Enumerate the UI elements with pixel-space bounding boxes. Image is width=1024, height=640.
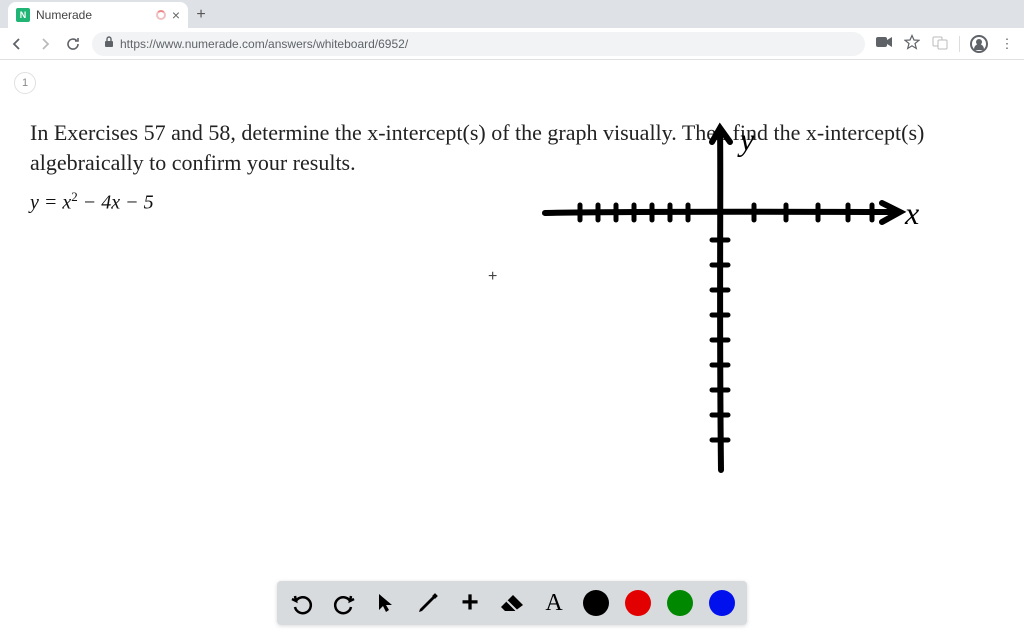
kebab-menu-button[interactable]: ⋮: [998, 36, 1016, 52]
text-tool-button[interactable]: A: [541, 590, 567, 616]
url-text: https://www.numerade.com/answers/whitebo…: [120, 37, 408, 51]
color-blue-button[interactable]: [709, 590, 735, 616]
loading-spinner-icon: [156, 10, 166, 20]
pencil-tool-button[interactable]: [415, 590, 441, 616]
equation-rhs: − 4x − 5: [78, 192, 154, 214]
equation-lhs: y = x: [30, 192, 71, 214]
forward-button[interactable]: [36, 35, 54, 53]
translate-icon[interactable]: [931, 34, 949, 53]
close-tab-button[interactable]: ×: [172, 7, 180, 23]
url-field[interactable]: https://www.numerade.com/answers/whitebo…: [92, 32, 865, 56]
star-icon[interactable]: [903, 34, 921, 53]
favicon-icon: N: [16, 8, 30, 22]
add-tool-button[interactable]: +: [457, 590, 483, 616]
separator: [959, 36, 960, 52]
pointer-tool-button[interactable]: [373, 590, 399, 616]
cursor-plus-icon: +: [488, 268, 497, 286]
browser-tab-bar: N Numerade × +: [0, 0, 1024, 28]
new-tab-button[interactable]: +: [188, 2, 214, 28]
lock-icon: [104, 36, 114, 51]
color-red-button[interactable]: [625, 590, 651, 616]
undo-button[interactable]: [289, 590, 315, 616]
eraser-tool-button[interactable]: [499, 590, 525, 616]
whiteboard-canvas[interactable]: y x +: [0, 0, 1024, 520]
browser-tab[interactable]: N Numerade ×: [8, 2, 188, 28]
tab-title: Numerade: [36, 8, 150, 22]
page-indicator[interactable]: 1: [14, 72, 36, 94]
back-button[interactable]: [8, 35, 26, 53]
drawn-axes: y x: [0, 0, 1024, 520]
address-bar: https://www.numerade.com/answers/whitebo…: [0, 28, 1024, 60]
reload-button[interactable]: [64, 35, 82, 53]
camera-icon[interactable]: [875, 36, 893, 51]
whiteboard-toolbar: + A: [277, 581, 747, 625]
question-text: In Exercises 57 and 58, determine the x-…: [30, 118, 994, 177]
color-black-button[interactable]: [583, 590, 609, 616]
equation: y = x2 − 4x − 5: [30, 189, 994, 215]
user-avatar-icon[interactable]: [970, 35, 988, 53]
whiteboard-content: In Exercises 57 and 58, determine the x-…: [0, 94, 1024, 215]
redo-button[interactable]: [331, 590, 357, 616]
color-green-button[interactable]: [667, 590, 693, 616]
